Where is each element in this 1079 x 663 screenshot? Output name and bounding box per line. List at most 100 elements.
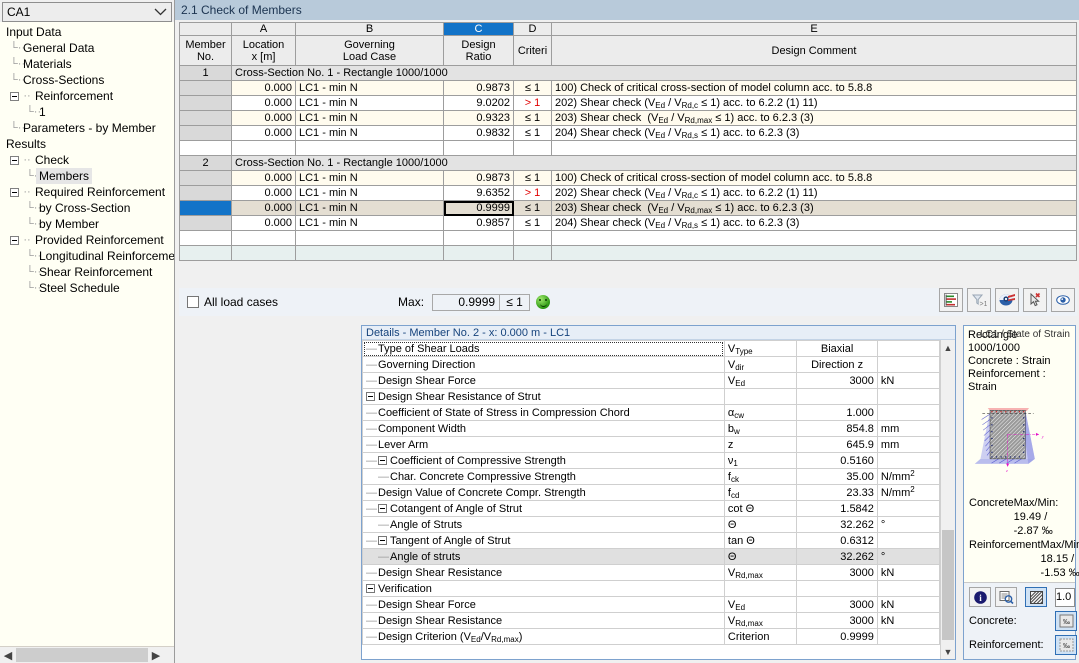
details-value[interactable]: 0.9999	[796, 628, 878, 645]
criterion-cell[interactable]: > 1	[513, 185, 552, 201]
sidebar-item-materials[interactable]: └·· Materials	[0, 56, 174, 72]
details-value[interactable]: 854.8	[796, 420, 878, 437]
all-load-cases-checkbox[interactable]	[187, 296, 199, 308]
row-header-cell[interactable]	[179, 95, 232, 111]
details-row[interactable]: —Design Criterion (VEd/VRd,max) Criterion…	[362, 628, 940, 645]
filter-gt1-icon[interactable]: >1	[967, 288, 991, 312]
design-ratio-cell[interactable]: 0.9873	[443, 170, 514, 186]
column-letter-row[interactable]: ABCDE	[179, 22, 1077, 36]
row-header-cell[interactable]	[179, 185, 232, 201]
criterion-cell[interactable]: ≤ 1	[513, 110, 552, 126]
load-case-cell[interactable]: LC1 - min N	[295, 185, 444, 201]
design-ratio-cell[interactable]: 0.9857	[443, 215, 514, 231]
location-cell[interactable]: 0.000	[231, 80, 296, 96]
details-row[interactable]: —Angle of struts Θ 32.262 °	[362, 548, 940, 565]
sidebar-item-provided-reinforcement[interactable]: ·· Provided Reinforcement	[0, 232, 174, 248]
row-header-cell[interactable]	[179, 215, 232, 231]
details-scroll-thumb[interactable]	[942, 530, 954, 640]
table-row[interactable]: 0.000 LC1 - min N 0.9873 ≤ 1 100) Check of c…	[179, 80, 1077, 96]
zoom-search-icon[interactable]	[995, 587, 1017, 607]
design-ratio-cell[interactable]: 0.9999	[443, 200, 514, 216]
design-ratio-cell[interactable]: 0.9323	[443, 110, 514, 126]
details-value[interactable]	[796, 580, 878, 597]
details-row[interactable]: Verification	[362, 580, 940, 597]
column-header-C[interactable]: C	[443, 22, 514, 36]
column-header-B[interactable]: B	[295, 22, 444, 36]
details-value[interactable]: 645.9	[796, 436, 878, 453]
details-value[interactable]: 23.33	[796, 484, 878, 501]
load-case-cell[interactable]: LC1 - min N	[295, 125, 444, 141]
design-ratio-cell[interactable]: 0.9832	[443, 125, 514, 141]
design-comment-cell[interactable]: 204) Shear check (VEd / VRd,s ≤ 1) acc. …	[551, 125, 1077, 141]
visibility-result-icon[interactable]	[995, 288, 1019, 312]
details-row[interactable]: —Lever Arm z 645.9 mm	[362, 436, 940, 453]
table-row[interactable]: 0.000 LC1 - min N 9.6352 > 1 202) Shear chec…	[179, 185, 1077, 201]
load-case-cell[interactable]: LC1 - min N	[295, 200, 444, 216]
load-case-cell[interactable]: LC1 - min N	[295, 110, 444, 126]
sidebar-item-shear-reinforcement[interactable]: └·· Shear Reinforcement	[0, 264, 174, 280]
details-row[interactable]: —Design Shear Resistance VRd,max 3000 kN	[362, 612, 940, 629]
design-case-combo[interactable]: CA1	[2, 2, 172, 22]
details-value[interactable]: Biaxial	[796, 340, 878, 357]
sidebar-item-by-member[interactable]: └·· by Member	[0, 216, 174, 232]
details-table[interactable]: —Type of Shear Loads VType Biaxial —Governi…	[362, 340, 940, 645]
member-no-cell[interactable]: 2	[179, 155, 232, 171]
sidebar-item-check[interactable]: ·· Check	[0, 152, 174, 168]
design-ratio-cell[interactable]: 0.9873	[443, 80, 514, 96]
details-row[interactable]: —Governing Direction Vdir Direction z	[362, 356, 940, 373]
table-row[interactable]: 0.000 LC1 - min N 0.9323 ≤ 1 203) Shear chec…	[179, 110, 1077, 126]
table-row[interactable]: 0.000 LC1 - min N 0.9832 ≤ 1 204) Shear chec…	[179, 125, 1077, 141]
load-case-cell[interactable]: LC1 - min N	[295, 95, 444, 111]
info-icon[interactable]: i	[969, 587, 991, 607]
scroll-left-arrow-icon[interactable]: ◀	[0, 648, 16, 663]
sidebar-item-members[interactable]: └·· Members	[0, 168, 174, 184]
tree-expander-icon[interactable]	[10, 235, 19, 245]
design-comment-cell[interactable]: 202) Shear check (VEd / VRd,c ≤ 1) acc. …	[551, 185, 1077, 201]
navigation-tree[interactable]: Input Data └·· General Data └·· Materials └··…	[0, 22, 174, 646]
details-row[interactable]: —Design Shear Force VEd 3000 kN	[362, 596, 940, 613]
design-comment-cell[interactable]: 202) Shear check (VEd / VRd,c ≤ 1) acc. …	[551, 95, 1077, 111]
table-row[interactable]: 0.000 LC1 - min N 9.0202 > 1 202) Shear chec…	[179, 95, 1077, 111]
load-case-cell[interactable]: LC1 - min N	[295, 170, 444, 186]
details-expander-icon[interactable]	[378, 455, 387, 465]
details-value[interactable]: 3000	[796, 372, 878, 389]
design-comment-cell[interactable]: 203) Shear check (VEd / VRd,max ≤ 1) acc…	[551, 110, 1077, 126]
design-comment-cell[interactable]: 100) Check of critical cross-section of …	[551, 170, 1077, 186]
tree-expander-icon[interactable]	[10, 91, 19, 101]
design-comment-cell[interactable]: 203) Shear check (VEd / VRd,max ≤ 1) acc…	[551, 200, 1077, 216]
details-row[interactable]: —Char. Concrete Compressive Strength fck 3…	[362, 468, 940, 485]
column-header-D[interactable]: D	[513, 22, 552, 36]
details-value[interactable]: 32.262	[796, 548, 878, 565]
criterion-cell[interactable]: ≤ 1	[513, 170, 552, 186]
location-cell[interactable]: 0.000	[231, 125, 296, 141]
sidebar-item-steel-schedule[interactable]: └·· Steel Schedule	[0, 280, 174, 296]
details-row[interactable]: —Type of Shear Loads VType Biaxial	[362, 340, 940, 357]
details-expander-icon[interactable]	[366, 583, 375, 593]
sidebar-item-required-reinforcement[interactable]: ·· Required Reinforcement	[0, 184, 174, 200]
criterion-cell[interactable]: ≤ 1	[513, 215, 552, 231]
criterion-cell[interactable]: ≤ 1	[513, 200, 552, 216]
sidebar-item-results[interactable]: Results	[0, 136, 174, 152]
details-value[interactable]	[796, 388, 878, 405]
scroll-thumb[interactable]	[16, 648, 148, 662]
details-row[interactable]: — Coefficient of Compressive Strength ν1 0.…	[362, 452, 940, 469]
details-expander-icon[interactable]	[378, 503, 387, 513]
details-value[interactable]: 3000	[796, 564, 878, 581]
sidebar-item-by-cross-section[interactable]: └·· by Cross-Section	[0, 200, 174, 216]
design-comment-cell[interactable]: 204) Shear check (VEd / VRd,s ≤ 1) acc. …	[551, 215, 1077, 231]
table-row[interactable]: 0.000 LC1 - min N 0.9999 ≤ 1 203) Shear chec…	[179, 200, 1077, 216]
results-diagram-icon[interactable]	[939, 288, 963, 312]
details-value[interactable]: 1.5842	[796, 500, 878, 517]
location-cell[interactable]: 0.000	[231, 215, 296, 231]
details-value[interactable]: Direction z	[796, 356, 878, 373]
details-row[interactable]: —Coefficient of State of Stress in Compr…	[362, 404, 940, 421]
table-row[interactable]: 0.000 LC1 - min N 0.9857 ≤ 1 204) Shear chec…	[179, 215, 1077, 231]
details-row[interactable]: Design Shear Resistance of Strut	[362, 388, 940, 405]
row-header-cell[interactable]	[179, 170, 232, 186]
details-row[interactable]: — Cotangent of Angle of Strut cot Θ 1.5842	[362, 500, 940, 517]
scroll-right-arrow-icon[interactable]: ▶	[148, 648, 164, 663]
design-ratio-cell[interactable]: 9.6352	[443, 185, 514, 201]
details-expander-icon[interactable]	[366, 391, 375, 401]
column-header-E[interactable]: E	[551, 22, 1077, 36]
sidebar-item-cross-sections[interactable]: └·· Cross-Sections	[0, 72, 174, 88]
